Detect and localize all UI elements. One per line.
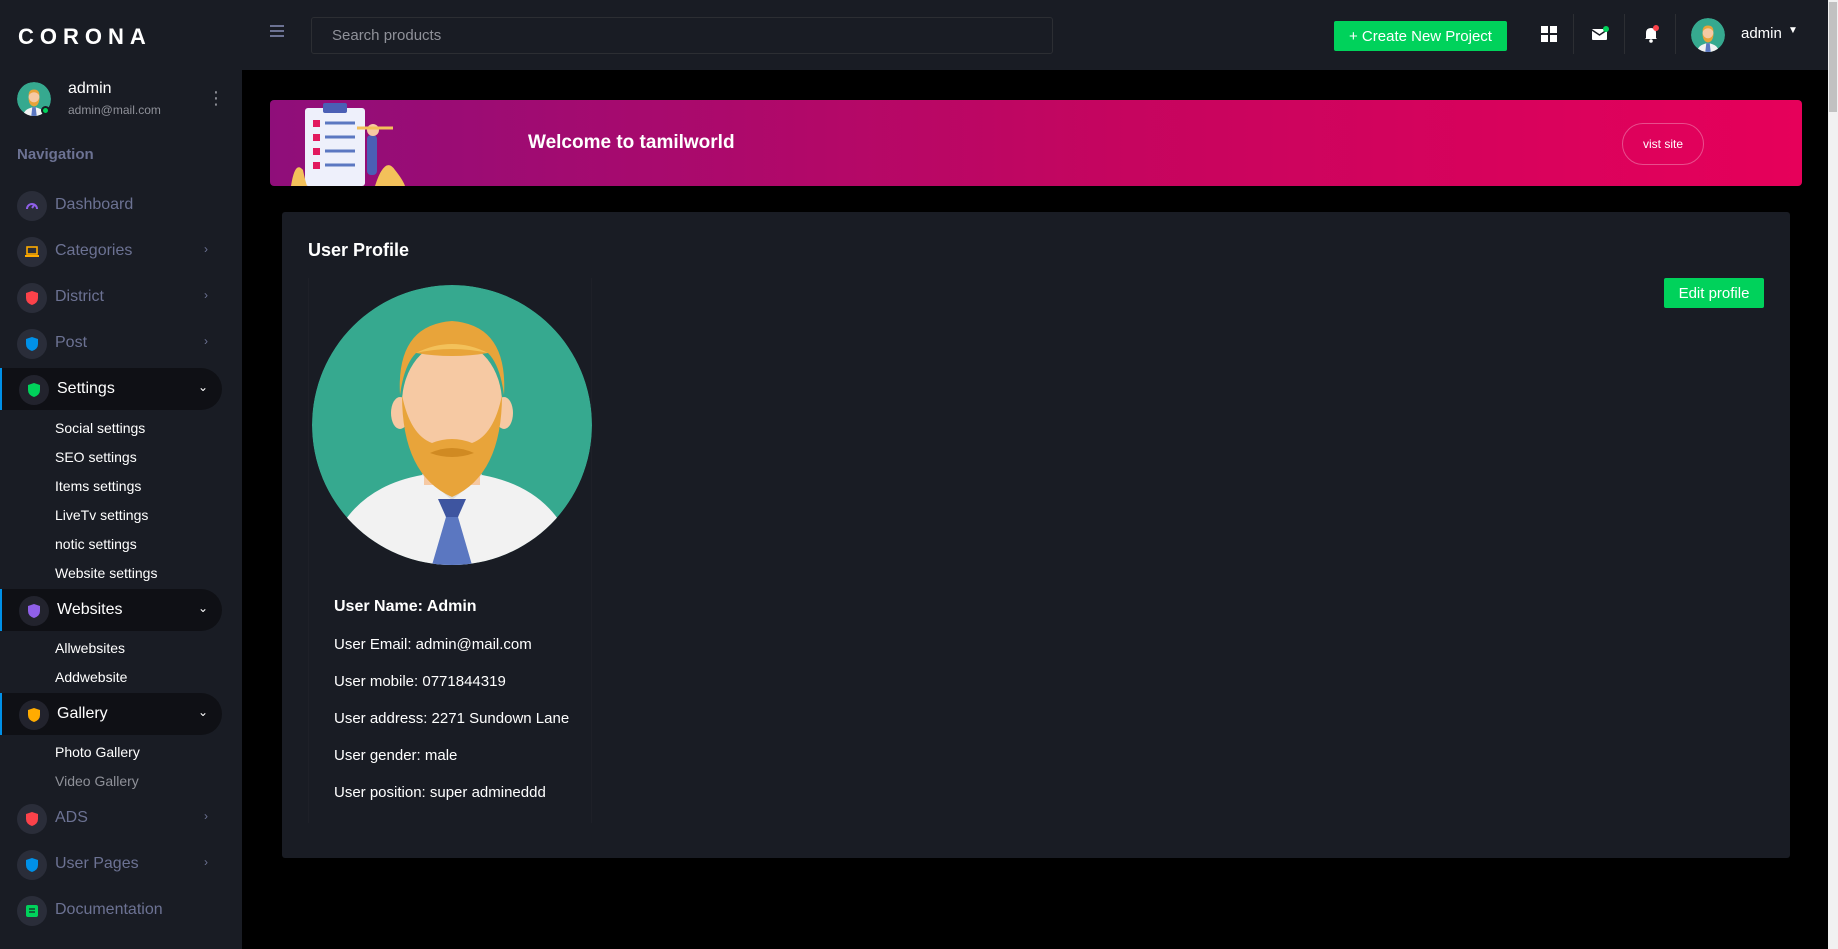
sidebar-item-label: Settings xyxy=(57,380,115,397)
scrollbar-thumb[interactable] xyxy=(1829,2,1837,112)
user-profile-card: User Profile User Name: Admin User Email… xyxy=(282,212,1790,858)
user-mobile-field: User mobile: 0771844319 xyxy=(334,673,506,690)
sidebar-item-district[interactable]: District › xyxy=(0,276,222,318)
sidebar-subitem-website-settings[interactable]: Website settings xyxy=(55,565,157,581)
brand-logo[interactable]: CORONA xyxy=(18,24,152,50)
chevron-right-icon: › xyxy=(204,334,208,348)
navbar-divider xyxy=(1624,14,1625,54)
user-position-field: User position: super admineddd xyxy=(334,784,546,801)
speedometer-icon xyxy=(17,191,47,221)
banner-title: Welcome to tamilworld xyxy=(528,132,735,153)
sidebar-item-label: Post xyxy=(55,334,88,351)
sidebar-subitem-photo-gallery[interactable]: Photo Gallery xyxy=(55,744,140,760)
sidebar-item-settings[interactable]: Settings ⌄ xyxy=(0,368,222,410)
online-status-dot xyxy=(41,106,50,115)
sidebar-item-user-pages[interactable]: User Pages › xyxy=(0,843,222,885)
sidebar-subitem-seo-settings[interactable]: SEO settings xyxy=(55,449,137,465)
sidebar-item-label: User Pages xyxy=(55,855,139,872)
navbar-divider xyxy=(1573,14,1574,54)
more-vertical-icon[interactable]: ⋮ xyxy=(207,88,225,108)
shield-icon xyxy=(17,804,47,834)
sidebar-item-documentation[interactable]: Documentation xyxy=(0,889,222,931)
sidebar-item-label: Websites xyxy=(57,601,123,618)
sidebar-item-ads[interactable]: ADS › xyxy=(0,797,222,839)
navbar-divider xyxy=(1675,14,1676,54)
bell-icon[interactable] xyxy=(1639,22,1663,46)
chevron-down-icon: ⌄ xyxy=(197,601,208,615)
checklist-illustration-icon xyxy=(285,100,425,186)
sidebar-subitem-video-gallery[interactable]: Video Gallery xyxy=(55,773,139,789)
sidebar-item-label: Categories xyxy=(55,242,133,259)
profile-avatar xyxy=(312,285,592,565)
shield-icon xyxy=(19,596,49,626)
sidebar-subitem-social-settings[interactable]: Social settings xyxy=(55,420,145,436)
caret-down-icon[interactable]: ▼ xyxy=(1788,25,1798,36)
edit-profile-button[interactable]: Edit profile xyxy=(1664,278,1764,308)
user-address-field: User address: 2271 Sundown Lane xyxy=(334,710,570,727)
sidebar-item-websites[interactable]: Websites ⌄ xyxy=(0,589,222,631)
shield-icon xyxy=(17,329,47,359)
sidebar-subitem-addwebsite[interactable]: Addwebsite xyxy=(55,669,127,685)
page-title: User Profile xyxy=(308,240,410,260)
user-email-field: User Email: admin@mail.com xyxy=(334,636,532,653)
chevron-right-icon: › xyxy=(204,855,208,869)
shield-icon xyxy=(19,375,49,405)
sidebar-subitem-notic-settings[interactable]: notic settings xyxy=(55,536,137,552)
search-input[interactable] xyxy=(311,17,1053,54)
top-navbar: + Create New Project admin ▼ xyxy=(242,0,1838,70)
sidebar-profile: admin admin@mail.com ⋮ xyxy=(17,80,227,120)
sidebar-item-label: Documentation xyxy=(55,901,163,918)
shield-icon xyxy=(17,850,47,880)
grid-icon[interactable] xyxy=(1537,22,1561,46)
mail-icon[interactable] xyxy=(1588,22,1612,46)
sidebar-profile-email: admin@mail.com xyxy=(68,103,161,117)
sidebar-subitem-livetv-settings[interactable]: LiveTv settings xyxy=(55,507,148,523)
user-gender-field: User gender: male xyxy=(334,747,458,764)
navbar-user-name[interactable]: admin xyxy=(1741,25,1782,42)
sidebar-item-post[interactable]: Post › xyxy=(0,322,222,364)
nav-heading: Navigation xyxy=(17,146,94,163)
user-name-field: User Name: Admin xyxy=(334,598,477,615)
security-icon xyxy=(17,283,47,313)
sidebar-subitem-allwebsites[interactable]: Allwebsites xyxy=(55,640,125,656)
visit-site-button[interactable]: vist site xyxy=(1622,123,1704,165)
sidebar-subitem-items-settings[interactable]: Items settings xyxy=(55,478,141,494)
sidebar-item-label: Dashboard xyxy=(55,196,134,213)
create-project-button[interactable]: + Create New Project xyxy=(1334,21,1507,51)
sidebar-item-label: Gallery xyxy=(57,705,108,722)
sidebar-profile-name: admin xyxy=(68,80,112,97)
sidebar: CORONA admin admin@mail.com ⋮ Navigation… xyxy=(0,0,242,949)
sidebar-item-categories[interactable]: Categories › xyxy=(0,230,222,272)
document-icon xyxy=(17,896,47,926)
chevron-right-icon: › xyxy=(204,242,208,256)
chevron-down-icon: ⌄ xyxy=(197,380,208,394)
sidebar-item-label: District xyxy=(55,288,104,305)
sidebar-item-gallery[interactable]: Gallery ⌄ xyxy=(0,693,222,735)
laptop-icon xyxy=(17,237,47,267)
menu-toggle-icon[interactable] xyxy=(270,25,284,37)
avatar[interactable] xyxy=(1691,18,1725,52)
sidebar-item-label: ADS xyxy=(55,809,88,826)
page-scrollbar[interactable] xyxy=(1828,0,1838,949)
shield-icon xyxy=(19,700,49,730)
welcome-banner: Welcome to tamilworld vist site xyxy=(270,100,1802,186)
sidebar-item-dashboard[interactable]: Dashboard xyxy=(0,184,222,226)
chevron-right-icon: › xyxy=(204,288,208,302)
chevron-down-icon: ⌄ xyxy=(197,705,208,719)
chevron-right-icon: › xyxy=(204,809,208,823)
